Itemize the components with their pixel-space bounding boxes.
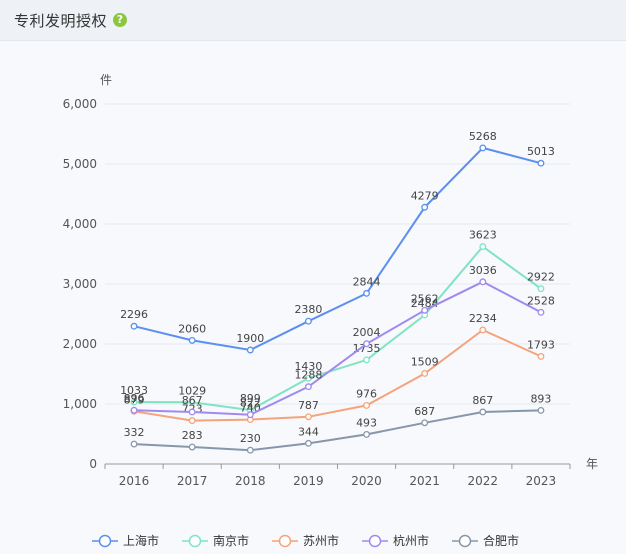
data-point xyxy=(363,401,371,409)
data-point xyxy=(246,411,254,419)
x-tick-label: 2020 xyxy=(351,474,382,488)
data-point xyxy=(421,419,429,427)
data-label: 822 xyxy=(240,397,261,410)
legend-item[interactable]: 苏州市 xyxy=(272,533,339,548)
data-label: 1288 xyxy=(294,369,322,382)
data-point xyxy=(188,417,196,425)
x-tick-label: 2019 xyxy=(293,474,324,488)
data-label: 332 xyxy=(124,426,145,439)
x-tick-label: 2021 xyxy=(409,474,440,488)
data-label: 896 xyxy=(124,392,145,405)
data-point xyxy=(537,285,545,293)
legend-label: 杭州市 xyxy=(393,533,429,548)
data-point xyxy=(479,243,487,251)
data-point xyxy=(304,383,312,391)
legend-marker xyxy=(278,534,292,548)
data-point xyxy=(130,440,138,448)
y-tick-label: 4,000 xyxy=(63,217,97,231)
legend-item[interactable]: 杭州市 xyxy=(362,533,429,548)
x-tick-label: 2017 xyxy=(177,474,208,488)
legend-label: 南京市 xyxy=(213,533,249,548)
legend-label: 合肥市 xyxy=(483,533,519,548)
data-point xyxy=(130,322,138,330)
data-label: 3036 xyxy=(469,264,497,277)
y-tick-label: 6,000 xyxy=(63,97,97,111)
data-label: 493 xyxy=(356,416,377,429)
data-point xyxy=(537,406,545,414)
data-label: 2380 xyxy=(294,303,322,316)
legend-label: 上海市 xyxy=(123,533,159,548)
data-label: 5013 xyxy=(527,145,555,158)
data-label: 3623 xyxy=(469,229,497,242)
legend-marker xyxy=(368,534,382,548)
data-point xyxy=(421,370,429,377)
data-label: 787 xyxy=(298,399,319,412)
data-point xyxy=(479,144,487,152)
data-label: 2004 xyxy=(353,326,381,339)
x-tick-label: 2016 xyxy=(119,474,150,488)
data-label: 1509 xyxy=(411,355,439,368)
data-point xyxy=(421,203,429,211)
data-label: 2528 xyxy=(527,294,555,307)
data-point xyxy=(363,289,371,297)
legend-marker xyxy=(98,534,112,548)
data-point xyxy=(188,443,196,451)
data-label: 867 xyxy=(182,394,203,407)
data-point xyxy=(188,408,196,416)
legend-item[interactable]: 上海市 xyxy=(92,533,159,548)
chart-panel: 专利发明授权 ? 0 1,000 2,000 3,000 4,000 5,000 6,000… xyxy=(0,0,626,554)
data-point xyxy=(246,446,254,454)
data-label: 687 xyxy=(414,405,435,418)
data-label: 1900 xyxy=(236,332,264,345)
data-label: 976 xyxy=(356,387,377,400)
data-label: 2060 xyxy=(178,322,206,335)
y-tick-label: 5,000 xyxy=(63,157,97,171)
legend-item[interactable]: 合肥市 xyxy=(452,533,519,548)
data-point xyxy=(363,430,371,438)
legend-item[interactable]: 南京市 xyxy=(182,533,249,548)
data-point xyxy=(537,308,545,316)
data-label: 230 xyxy=(240,432,261,445)
data-point xyxy=(304,317,312,325)
data-label: 2234 xyxy=(469,312,497,325)
data-point xyxy=(246,346,254,354)
data-point xyxy=(304,413,312,421)
data-label: 2562 xyxy=(411,292,439,305)
data-label: 5268 xyxy=(469,130,497,143)
data-point xyxy=(363,340,371,348)
data-point xyxy=(421,306,429,314)
data-label: 2296 xyxy=(120,308,148,321)
y-tick-label: 0 xyxy=(89,457,97,471)
y-tick-label: 3,000 xyxy=(63,277,97,291)
data-label: 867 xyxy=(472,394,493,407)
data-point xyxy=(479,278,487,286)
line-chart: 0 1,000 2,000 3,000 4,000 5,000 6,000 2016 2017 2… xyxy=(63,73,598,548)
x-tick-label: 2022 xyxy=(468,474,499,488)
data-label: 344 xyxy=(298,425,319,438)
data-point xyxy=(537,352,545,360)
data-label: 283 xyxy=(182,429,203,442)
data-label: 4279 xyxy=(411,189,439,202)
legend-label: 苏州市 xyxy=(303,533,339,548)
legend-marker xyxy=(188,534,202,548)
data-point xyxy=(188,336,196,344)
data-point xyxy=(479,326,487,334)
data-point xyxy=(130,406,138,414)
data-label: 893 xyxy=(530,392,551,405)
data-point xyxy=(363,356,371,364)
y-axis-label: 件 xyxy=(100,73,112,87)
y-tick-label: 2,000 xyxy=(63,337,97,351)
data-point xyxy=(304,439,312,447)
x-axis-label: 年 xyxy=(586,457,598,471)
legend-marker xyxy=(458,534,472,548)
data-label: 1793 xyxy=(527,338,555,351)
y-tick-label: 1,000 xyxy=(63,397,97,411)
x-tick-label: 2018 xyxy=(235,474,266,488)
x-tick-label: 2023 xyxy=(526,474,557,488)
data-label: 2922 xyxy=(527,271,555,284)
data-point xyxy=(537,159,545,167)
data-label: 2844 xyxy=(353,275,381,288)
data-point xyxy=(479,408,487,416)
